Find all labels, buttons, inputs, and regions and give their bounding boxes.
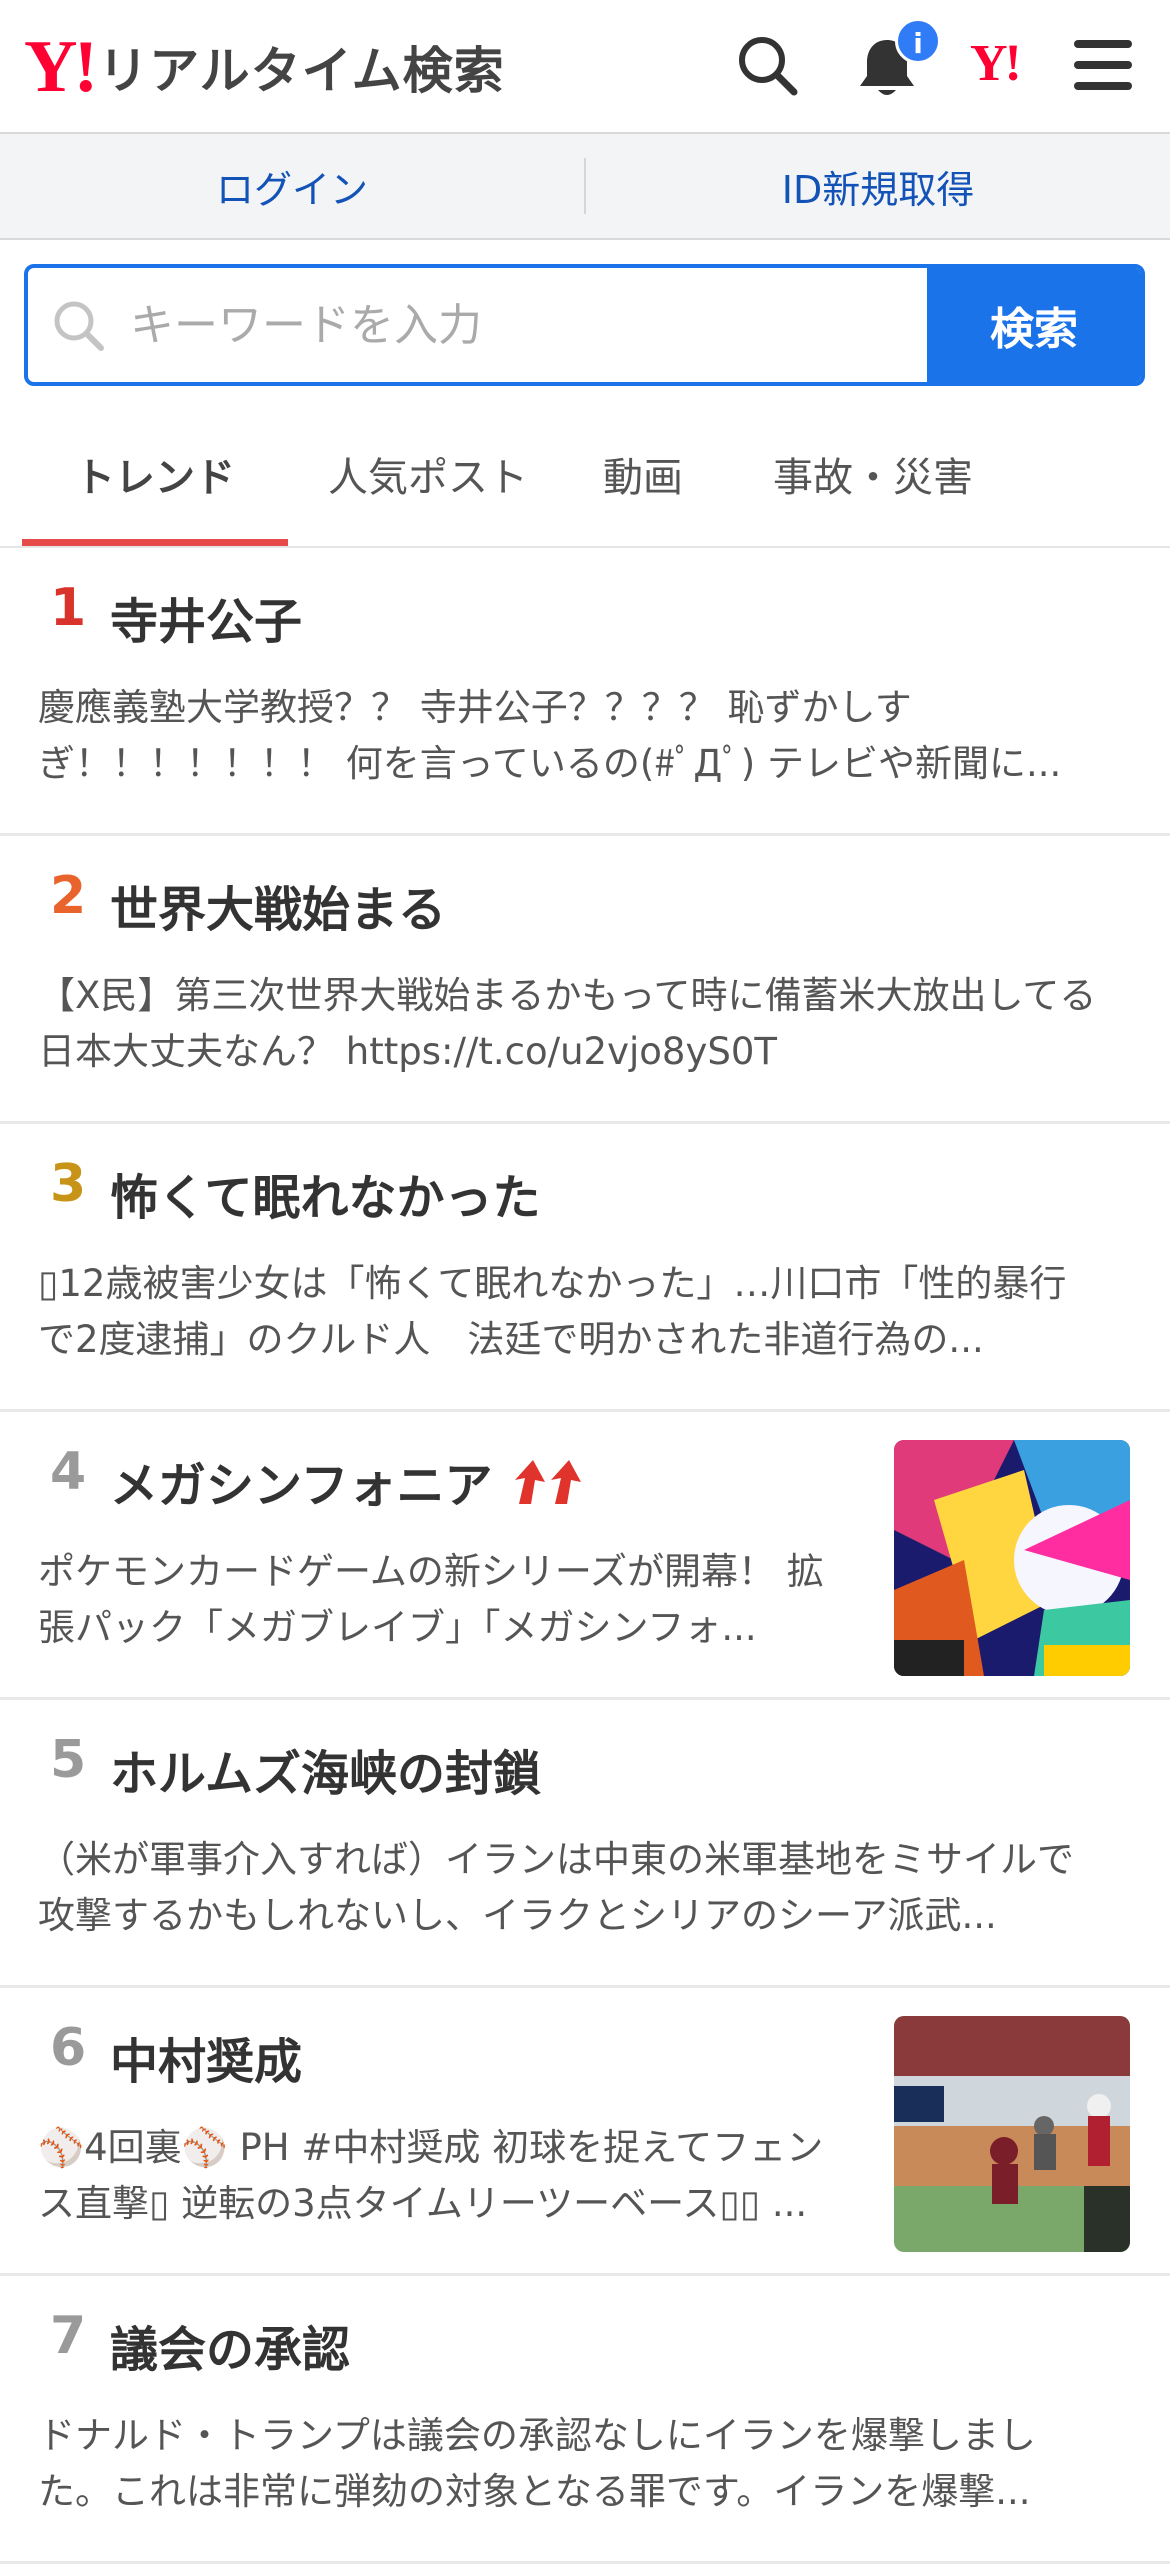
trend-description: （米が軍事介入すれば）イランは中東の米軍基地をミサイルで攻撃するかもしれないし、… (38, 1838, 1074, 1937)
trend-thumbnail-image[interactable] (894, 1440, 1130, 1676)
tab-videos[interactable]: 動画 (568, 420, 718, 528)
yahoo-logo: Y! (24, 26, 98, 108)
rank-number: 6 (50, 2018, 87, 2078)
trend-title: メガシンフォニア (110, 1446, 591, 1516)
search-box: 検索 (24, 264, 1145, 386)
tab-bar: トレンド 人気ポスト 動画 事故・災害 (0, 420, 1170, 548)
login-link[interactable]: ログイン (0, 159, 584, 214)
trend-item[interactable]: 3 怖くて眠れなかった ▯12歳被害少女は「怖くて眠れなかった」…川口市「性的暴… (0, 1124, 1170, 1412)
trend-thumbnail-image[interactable] (894, 2016, 1130, 2252)
trend-title: 議会の承認 (110, 2310, 350, 2380)
tab-trend[interactable]: トレンド (22, 420, 288, 546)
trend-description: ドナルド・トランプは議会の承認なしにイランを爆撃しました。これは非常に弾劾の対象… (38, 2414, 1036, 2513)
rank-number: 2 (50, 866, 87, 926)
trend-item[interactable]: 7 議会の承認 ドナルド・トランプは議会の承認なしにイランを爆撃しました。これは… (0, 2276, 1170, 2564)
notification-badge: i (895, 18, 941, 64)
trend-description: ポケモンカードゲームの新シリーズが開幕！ 拡張パック「メガブレイブ」「メガシンフ… (38, 1550, 824, 1649)
trend-title-text: メガシンフォニア (110, 1458, 493, 1514)
trend-description: 【X民】第三次世界大戦始まるかもって時に備蓄米大放出してる日本大丈夫なん？ ht… (38, 974, 1097, 1073)
trend-title-text: 怖くて眠れなかった (110, 1170, 541, 1226)
trending-up-icon (511, 1456, 591, 1506)
yahoo-small-logo-icon[interactable]: Y! (970, 38, 1022, 90)
search-button[interactable]: 検索 (927, 268, 1141, 382)
trend-title: 中村奨成 (110, 2022, 302, 2092)
trend-title-text: 寺井公子 (110, 594, 303, 650)
rank-number: 7 (50, 2306, 87, 2366)
trend-item[interactable]: 1 寺井公子 慶應義塾大学教授？？ 寺井公子？？？？ 恥ずかしすぎ！！！！！！！… (0, 548, 1170, 836)
logo-text: リアルタイム検索 (98, 42, 505, 100)
trend-title-text: 中村奨成 (110, 2034, 303, 2090)
search-input[interactable] (128, 268, 927, 382)
trend-item[interactable]: 5 ホルムズ海峡の封鎖 （米が軍事介入すれば）イランは中東の米軍基地をミサイルで… (0, 1700, 1170, 1988)
register-link[interactable]: ID新規取得 (586, 159, 1170, 214)
trend-description: 慶應義塾大学教授？？ 寺井公子？？？？ 恥ずかしすぎ！！！！！！！ 何を言ってい… (38, 686, 1062, 785)
trend-item[interactable]: 4 メガシンフォニア ポケモンカードゲームの新シリーズが開幕！ 拡張パック「メガ… (0, 1412, 1170, 1700)
trend-title: 寺井公子 (110, 582, 302, 652)
trend-description: ▯12歳被害少女は「怖くて眠れなかった」…川口市「性的暴行で2度逮捕」のクルド人… (38, 1262, 1067, 1361)
trend-title: 怖くて眠れなかった (110, 1158, 541, 1228)
login-bar: ログイン ID新規取得 (0, 134, 1170, 240)
rank-number: 3 (50, 1154, 87, 1214)
rank-number: 1 (50, 578, 87, 638)
search-field-icon (28, 268, 128, 382)
logo[interactable]: Y! リアルタイム検索 (24, 30, 505, 104)
rank-number: 4 (50, 1442, 87, 1502)
trend-description: ⚾4回裏⚾ PH #中村奨成 初球を捉えてフェンス直撃▯ 逆転の3点タイムリーツ… (38, 2126, 824, 2225)
menu-icon[interactable] (1072, 36, 1134, 98)
tab-popular-posts[interactable]: 人気ポスト (308, 420, 548, 528)
trend-title-text: ホルムズ海峡の封鎖 (110, 1746, 542, 1802)
trend-title-text: 世界大戦始まる (110, 882, 447, 938)
search-icon[interactable] (736, 34, 800, 102)
trend-item[interactable]: 2 世界大戦始まる 【X民】第三次世界大戦始まるかもって時に備蓄米大放出してる日… (0, 836, 1170, 1124)
app-header: Y! リアルタイム検索 i Y! (0, 0, 1170, 134)
trend-title: ホルムズ海峡の封鎖 (110, 1734, 541, 1804)
trend-item[interactable]: 6 中村奨成 ⚾4回裏⚾ PH #中村奨成 初球を捉えてフェンス直撃▯ 逆転の3… (0, 1988, 1170, 2276)
trend-list: 1 寺井公子 慶應義塾大学教授？？ 寺井公子？？？？ 恥ずかしすぎ！！！！！！！… (0, 548, 1170, 2564)
rank-number: 5 (50, 1730, 87, 1790)
trend-title: 世界大戦始まる (110, 870, 446, 940)
tab-accidents-disasters[interactable]: 事故・災害 (758, 420, 988, 528)
trend-title-text: 議会の承認 (110, 2322, 351, 2378)
